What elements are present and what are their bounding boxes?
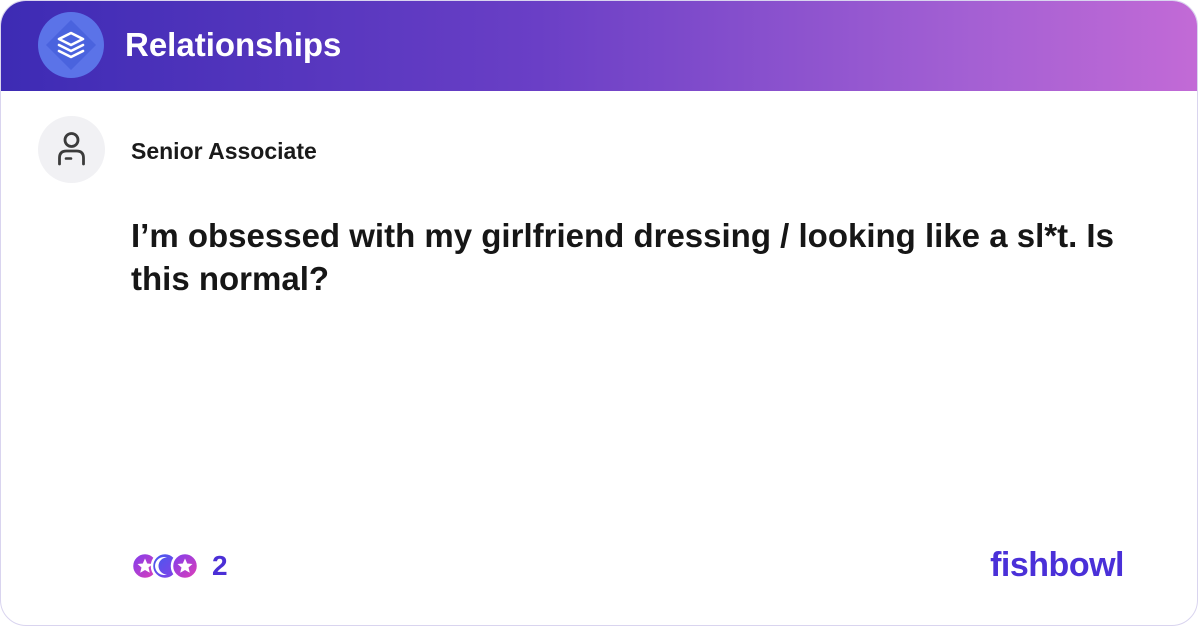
stacked-layers-icon[interactable]	[38, 12, 104, 78]
reaction-icons	[129, 548, 201, 584]
star-reaction-icon	[170, 551, 200, 581]
author-title: Senior Associate	[131, 138, 317, 164]
channel-header: Relationships	[1, 1, 1197, 91]
channel-title[interactable]: Relationships	[125, 23, 341, 67]
fishbowl-logo[interactable]: fishbowl	[990, 544, 1124, 586]
person-icon	[58, 132, 85, 166]
post-card: Relationships Senior Associate I’m obses…	[0, 0, 1198, 626]
avatar	[38, 116, 105, 183]
post-title[interactable]: I’m obsessed with my girlfriend dressing…	[131, 214, 1171, 300]
reaction-count: 2	[212, 550, 228, 581]
